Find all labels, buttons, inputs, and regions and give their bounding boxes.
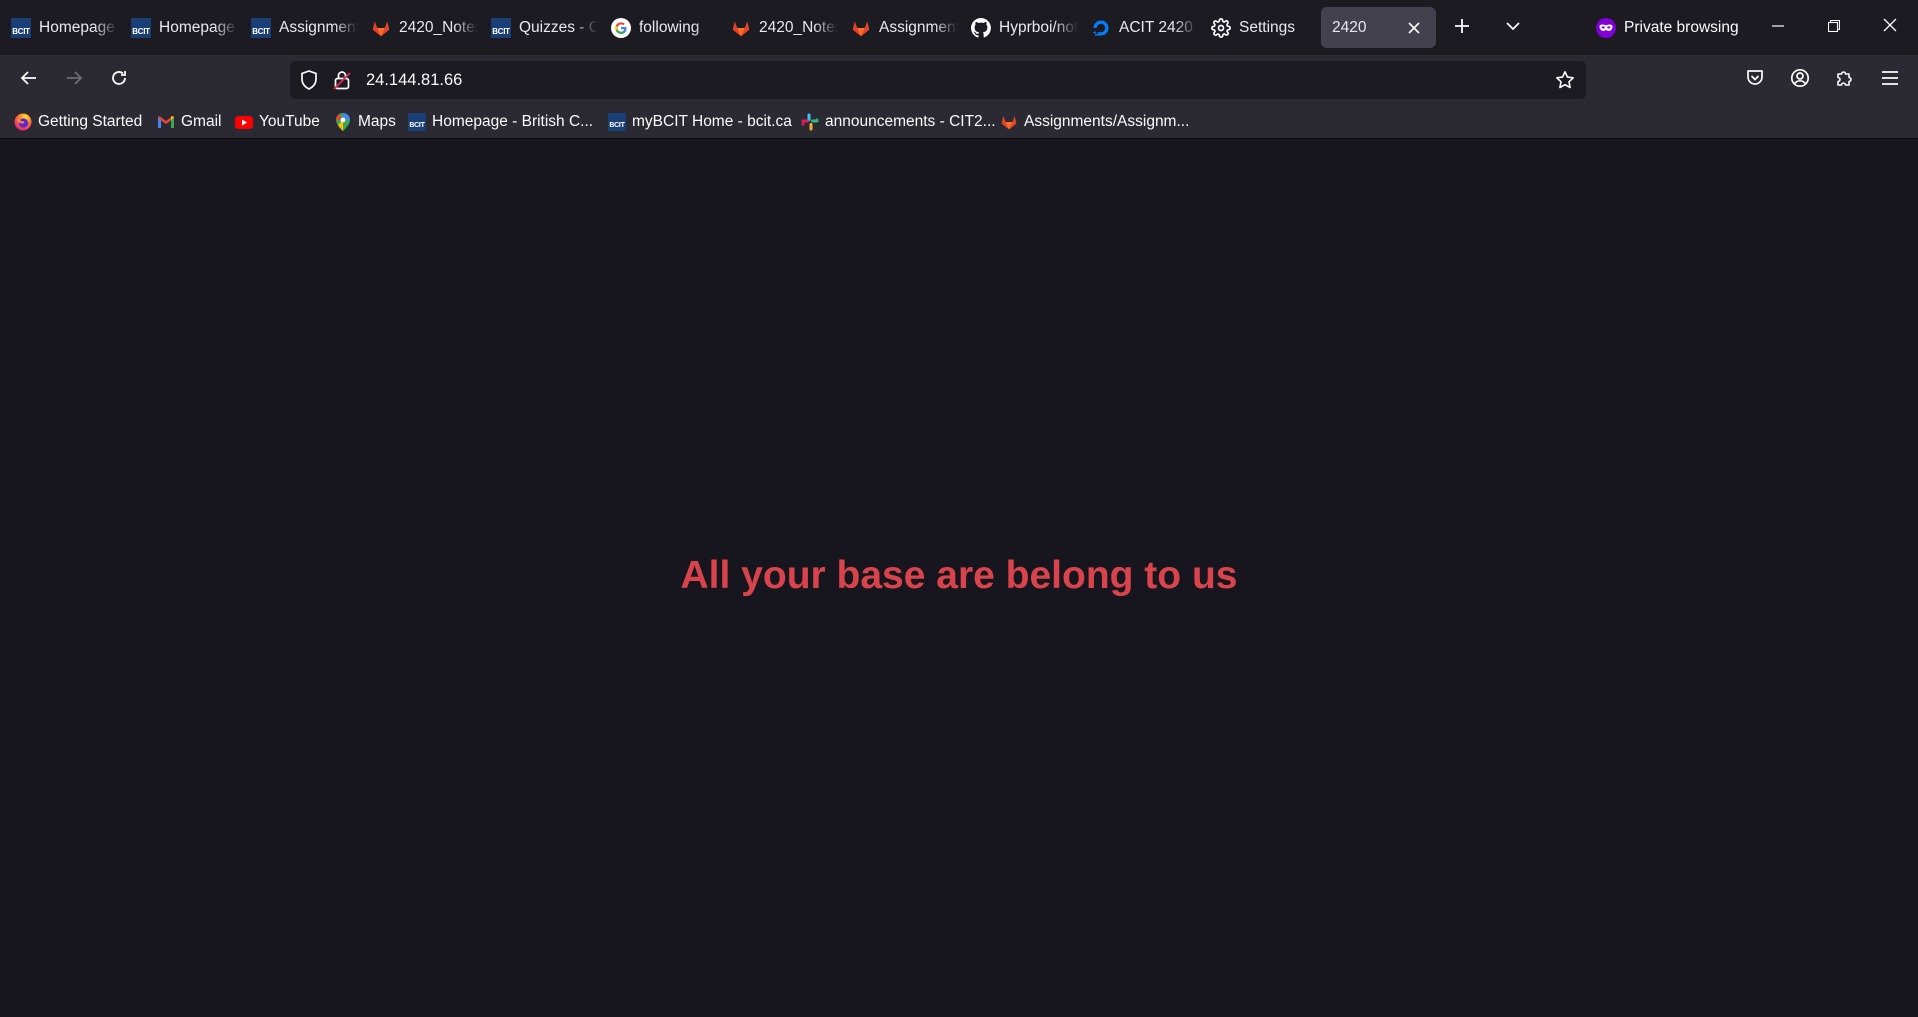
tab-github-notes[interactable]: Hyprboi/notes	[960, 7, 1078, 48]
bookmark-slack-announcements[interactable]: announcements - CIT2...	[801, 111, 996, 133]
tab-homepage-1[interactable]: BCIT Homepage - British Columbia Institu…	[0, 7, 118, 48]
tracking-protection-shield-icon[interactable]	[299, 70, 319, 90]
bookmark-label: Gmail	[181, 113, 222, 130]
bookmark-label: announcements - CIT2...	[825, 113, 996, 130]
tab-assignments[interactable]: BCIT Assignments	[240, 7, 358, 48]
gitlab-icon	[731, 18, 751, 38]
bookmark-gmail[interactable]: Gmail	[157, 111, 221, 133]
gmail-icon	[157, 113, 175, 131]
menu-button[interactable]	[1872, 62, 1908, 98]
bcit-logo-icon: BCIT	[131, 17, 151, 38]
tab-homepage-2[interactable]: BCIT Homepage - British Columbia Institu…	[120, 7, 238, 48]
bcit-logo-icon: BCIT	[408, 113, 426, 131]
tab-title: 2420_Notes	[399, 18, 478, 36]
tab-title: 2420	[1332, 18, 1367, 36]
close-icon[interactable]	[1402, 16, 1426, 40]
chevron-down-icon	[1504, 17, 1522, 40]
extensions-button[interactable]	[1827, 62, 1863, 98]
bookmark-bcit-homepage[interactable]: BCIT Homepage - British C...	[408, 111, 593, 133]
tab-title: Assignments	[279, 18, 358, 36]
bookmark-label: Getting Started	[38, 113, 143, 130]
tab-strip: BCIT Homepage - British Columbia Institu…	[0, 0, 1918, 55]
arrow-right-icon	[64, 68, 84, 93]
account-icon	[1790, 68, 1810, 93]
bookmark-label: Assignments/Assignm...	[1024, 113, 1190, 130]
pocket-button[interactable]	[1737, 62, 1773, 98]
bookmark-label: YouTube	[259, 113, 320, 130]
tab-title: Homepage - British Columbia Institute of…	[159, 18, 238, 36]
tab-assignments-gitlab[interactable]: Assignments	[840, 7, 958, 48]
list-all-tabs-button[interactable]	[1497, 12, 1529, 44]
pocket-icon	[1745, 68, 1765, 93]
firefox-icon	[14, 113, 32, 131]
gitlab-icon	[851, 18, 871, 38]
tab-title: Homepage - British Columbia Institute of…	[39, 18, 118, 36]
arrow-left-icon	[19, 68, 39, 93]
maps-icon	[334, 113, 352, 131]
gitlab-icon	[371, 18, 391, 38]
github-icon	[971, 17, 991, 38]
close-icon	[1883, 18, 1897, 37]
tab-2420-active[interactable]: 2420	[1321, 7, 1436, 48]
bcit-logo-icon: BCIT	[11, 17, 31, 38]
minimize-icon	[1772, 19, 1784, 37]
tab-title: following	[639, 18, 700, 36]
navigation-toolbar: 24.144.81.66	[0, 55, 1918, 105]
hamburger-menu-icon	[1881, 70, 1899, 91]
page-headline: All your base are belong to us	[680, 554, 1238, 597]
reload-icon	[109, 68, 129, 93]
insecure-lock-icon[interactable]	[332, 70, 352, 90]
google-icon	[611, 17, 631, 38]
bookmark-getting-started[interactable]: Getting Started	[14, 111, 142, 133]
tab-title: Quizzes - CIT	[519, 18, 598, 36]
tab-quizzes[interactable]: BCIT Quizzes - CIT	[480, 7, 598, 48]
forward-button[interactable]	[56, 62, 92, 98]
youtube-icon	[235, 113, 253, 131]
tab-title: Assignments	[879, 18, 958, 36]
digitalocean-icon	[1091, 18, 1111, 38]
slack-icon	[801, 113, 819, 131]
account-button[interactable]	[1782, 62, 1818, 98]
bookmarks-toolbar: Getting Started Gmail YouTube Maps BCIT …	[0, 105, 1918, 139]
bookmark-star-icon[interactable]	[1555, 70, 1575, 90]
bookmark-youtube[interactable]: YouTube	[235, 111, 320, 133]
new-tab-button[interactable]	[1446, 12, 1478, 44]
plus-icon	[1453, 17, 1471, 40]
private-browsing-mask-icon	[1596, 18, 1616, 38]
tab-acit-2420[interactable]: ACIT 2420	[1080, 7, 1198, 48]
bookmark-maps[interactable]: Maps	[334, 111, 396, 133]
tab-title: Hyprboi/notes	[999, 18, 1078, 36]
restore-button[interactable]	[1806, 0, 1862, 55]
bookmark-label: Maps	[358, 113, 396, 130]
gitlab-icon	[1000, 113, 1018, 131]
url-text[interactable]: 24.144.81.66	[366, 71, 462, 90]
reload-button[interactable]	[101, 62, 137, 98]
bookmark-gitlab-assignments[interactable]: Assignments/Assignm...	[1000, 111, 1189, 133]
bcit-logo-icon: BCIT	[608, 113, 626, 131]
bcit-logo-icon: BCIT	[251, 17, 271, 38]
bookmark-mybcit-home[interactable]: BCIT myBCIT Home - bcit.ca	[608, 111, 792, 133]
tab-title: 2420_Notes	[759, 18, 838, 36]
url-bar[interactable]: 24.144.81.66	[290, 61, 1586, 99]
close-window-button[interactable]	[1862, 0, 1918, 55]
puzzle-piece-icon	[1835, 68, 1855, 93]
gear-icon	[1211, 17, 1231, 38]
private-browsing-indicator: Private browsing	[1596, 14, 1739, 42]
tab-following[interactable]: following	[600, 7, 718, 48]
back-button[interactable]	[11, 62, 47, 98]
tab-2420-notes-2[interactable]: 2420_Notes	[720, 7, 838, 48]
bcit-logo-icon: BCIT	[491, 17, 511, 38]
page-content: All your base are belong to us	[0, 140, 1918, 1017]
restore-icon	[1827, 19, 1841, 37]
tab-title: Settings	[1239, 18, 1296, 36]
tab-title: ACIT 2420	[1119, 18, 1193, 36]
bookmark-label: Homepage - British C...	[432, 113, 594, 130]
tab-2420-notes-1[interactable]: 2420_Notes	[360, 7, 478, 48]
minimize-button[interactable]	[1750, 0, 1806, 55]
bookmark-label: myBCIT Home - bcit.ca	[632, 113, 792, 130]
tab-settings[interactable]: Settings	[1200, 7, 1318, 48]
private-browsing-label: Private browsing	[1624, 19, 1739, 36]
